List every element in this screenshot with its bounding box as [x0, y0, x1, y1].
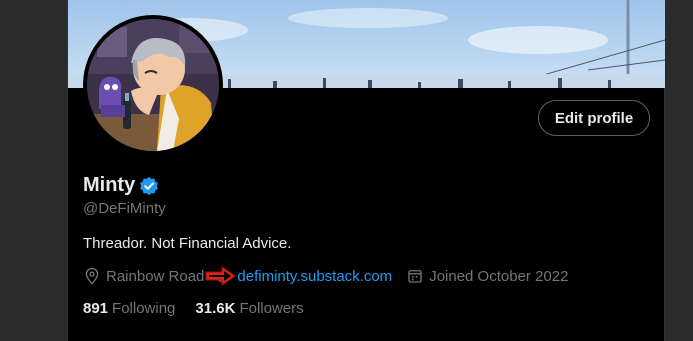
- red-arrow-icon: [204, 265, 238, 292]
- name-row: Minty: [83, 174, 159, 197]
- follow-stats: 891 Following 31.6K Followers: [83, 300, 304, 317]
- followers-link[interactable]: 31.6K Followers: [195, 300, 303, 317]
- joined-item: Joined October 2022: [406, 267, 568, 285]
- website-link[interactable]: defiminty.substack.com: [237, 268, 392, 285]
- following-count: 891: [83, 300, 109, 317]
- followers-count: 31.6K: [195, 300, 236, 317]
- profile-column: Edit profile Minty @DeFiMinty Threador. …: [67, 0, 665, 341]
- avatar-frame[interactable]: [83, 15, 223, 155]
- website-item[interactable]: defiminty.substack.com: [214, 267, 392, 285]
- page: Edit profile Minty @DeFiMinty Threador. …: [0, 0, 693, 341]
- user-handle: @DeFiMinty: [83, 200, 166, 217]
- followers-label: Followers: [239, 300, 304, 317]
- avatar-image: [87, 19, 219, 151]
- location-text: Rainbow Road: [106, 267, 205, 285]
- location-pin-icon: [83, 267, 101, 285]
- display-name: Minty: [83, 174, 136, 196]
- profile-meta: Rainbow Road defiminty.substack.com Join…: [83, 267, 568, 285]
- verified-badge-icon[interactable]: [139, 176, 159, 196]
- calendar-icon: [406, 267, 424, 285]
- following-label: Following: [112, 300, 176, 317]
- profile-bio: Threador. Not Financial Advice.: [83, 235, 292, 252]
- avatar[interactable]: [87, 19, 219, 151]
- joined-text: Joined October 2022: [429, 267, 569, 285]
- following-link[interactable]: 891 Following: [83, 300, 175, 317]
- edit-profile-button[interactable]: Edit profile: [538, 100, 650, 136]
- location-item: Rainbow Road: [83, 267, 204, 285]
